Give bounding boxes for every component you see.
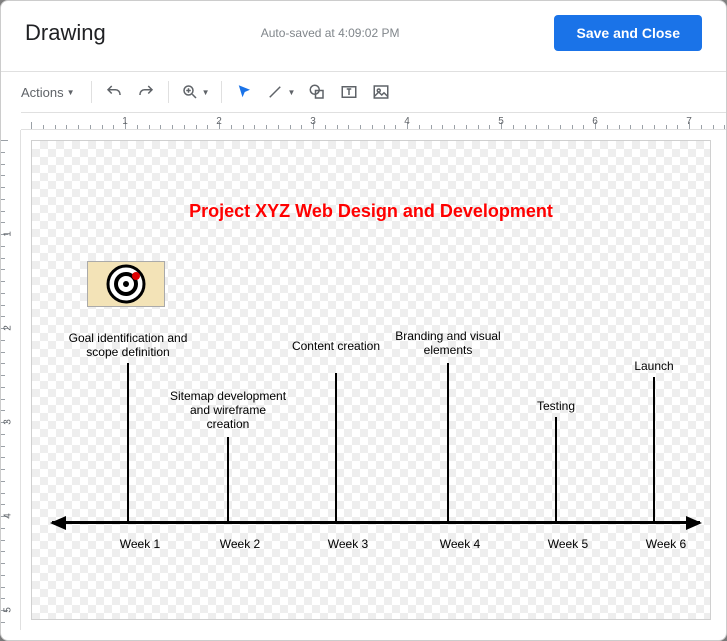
milestone-connector[interactable]: [555, 417, 557, 521]
milestone-connector[interactable]: [653, 377, 655, 521]
milestone-label[interactable]: Testing: [496, 399, 616, 413]
select-tool[interactable]: [230, 78, 258, 106]
actions-menu[interactable]: Actions ▼: [13, 78, 83, 106]
undo-button[interactable]: [100, 78, 128, 106]
week-label-4[interactable]: Week 4: [440, 537, 480, 551]
milestone-label[interactable]: Content creation: [276, 339, 396, 353]
dialog-title: Drawing: [25, 20, 106, 46]
milestone-connector[interactable]: [127, 363, 129, 521]
workspace: 123456 Project XYZ Web Design and Develo…: [1, 130, 726, 630]
milestone-label[interactable]: Branding and visual elements: [388, 329, 508, 357]
milestone-label[interactable]: Launch: [594, 359, 714, 373]
week-label-5[interactable]: Week 5: [548, 537, 588, 551]
cursor-icon: [235, 83, 253, 101]
milestone-label[interactable]: Goal identification and scope definition: [68, 331, 188, 359]
line-tool[interactable]: ▼: [262, 78, 299, 106]
redo-button[interactable]: [132, 78, 160, 106]
image-icon: [372, 83, 390, 101]
line-icon: [266, 83, 284, 101]
dartboard-image[interactable]: [87, 261, 165, 307]
title-bar: Drawing Auto-saved at 4:09:02 PM Save an…: [1, 1, 726, 71]
separator: [168, 81, 169, 103]
shape-icon: [308, 83, 326, 101]
actions-label: Actions: [21, 85, 64, 100]
week-label-2[interactable]: Week 2: [220, 537, 260, 551]
milestone-connector[interactable]: [335, 373, 337, 521]
save-and-close-button[interactable]: Save and Close: [554, 15, 702, 51]
toolbar: Actions ▼ ▼ ▼: [1, 72, 726, 112]
redo-icon: [137, 83, 155, 101]
ruler-vertical: 123456: [1, 130, 21, 630]
drawing-dialog: Drawing Auto-saved at 4:09:02 PM Save an…: [0, 0, 727, 641]
textbox-tool[interactable]: [335, 78, 363, 106]
milestone-connector[interactable]: [227, 437, 229, 521]
chevron-down-icon: ▼: [202, 88, 210, 97]
zoom-menu[interactable]: ▼: [177, 78, 214, 106]
zoom-icon: [181, 83, 199, 101]
separator: [91, 81, 92, 103]
ruler-horizontal: 12345678: [21, 112, 726, 130]
week-label-3[interactable]: Week 3: [328, 537, 368, 551]
canvas-scroll-area[interactable]: Project XYZ Web Design and Development G…: [21, 130, 726, 630]
undo-icon: [105, 83, 123, 101]
autosave-status: Auto-saved at 4:09:02 PM: [261, 26, 400, 40]
shape-tool[interactable]: [303, 78, 331, 106]
chevron-down-icon: ▼: [287, 88, 295, 97]
week-label-6[interactable]: Week 6: [646, 537, 686, 551]
image-tool[interactable]: [367, 78, 395, 106]
dartboard-icon: [106, 264, 146, 304]
milestone-label[interactable]: Sitemap development and wireframe creati…: [168, 389, 288, 431]
drawing-canvas[interactable]: Project XYZ Web Design and Development G…: [31, 140, 711, 620]
textbox-icon: [340, 83, 358, 101]
milestone-connector[interactable]: [447, 363, 449, 521]
separator: [221, 81, 222, 103]
week-label-1[interactable]: Week 1: [120, 537, 160, 551]
chevron-down-icon: ▼: [67, 88, 75, 97]
project-title-text[interactable]: Project XYZ Web Design and Development: [32, 201, 710, 222]
timeline-arrow[interactable]: [52, 521, 700, 524]
